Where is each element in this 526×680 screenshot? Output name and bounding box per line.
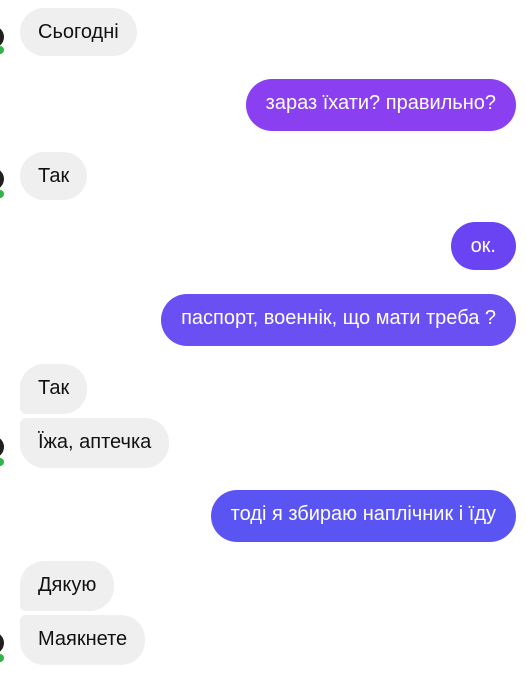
outgoing-message[interactable]: зараз їхати? правильно? bbox=[245, 79, 516, 131]
contact-avatar[interactable] bbox=[0, 436, 4, 458]
incoming-message[interactable]: Маякнете bbox=[20, 615, 146, 665]
incoming-message[interactable]: Так bbox=[20, 152, 88, 200]
contact-avatar[interactable] bbox=[0, 26, 4, 48]
online-status-dot bbox=[0, 458, 4, 466]
contact-avatar[interactable] bbox=[0, 632, 4, 654]
online-status-dot bbox=[0, 190, 4, 198]
incoming-message[interactable]: Їжа, аптечка bbox=[20, 418, 170, 468]
chat-thread: Сьогодні зараз їхати? правильно? Так ок.… bbox=[0, 0, 526, 680]
contact-avatar[interactable] bbox=[0, 168, 4, 190]
online-status-dot bbox=[0, 46, 4, 54]
incoming-message[interactable]: Сьогодні bbox=[20, 8, 137, 56]
online-status-dot bbox=[0, 654, 4, 662]
incoming-message[interactable]: Так bbox=[20, 364, 88, 414]
outgoing-message[interactable]: ок. bbox=[450, 222, 516, 270]
outgoing-message[interactable]: паспорт, военнік, що мати треба ? bbox=[161, 294, 516, 346]
incoming-message[interactable]: Дякую bbox=[20, 561, 115, 611]
outgoing-message[interactable]: тоді я збираю наплічник і їду bbox=[210, 490, 516, 542]
